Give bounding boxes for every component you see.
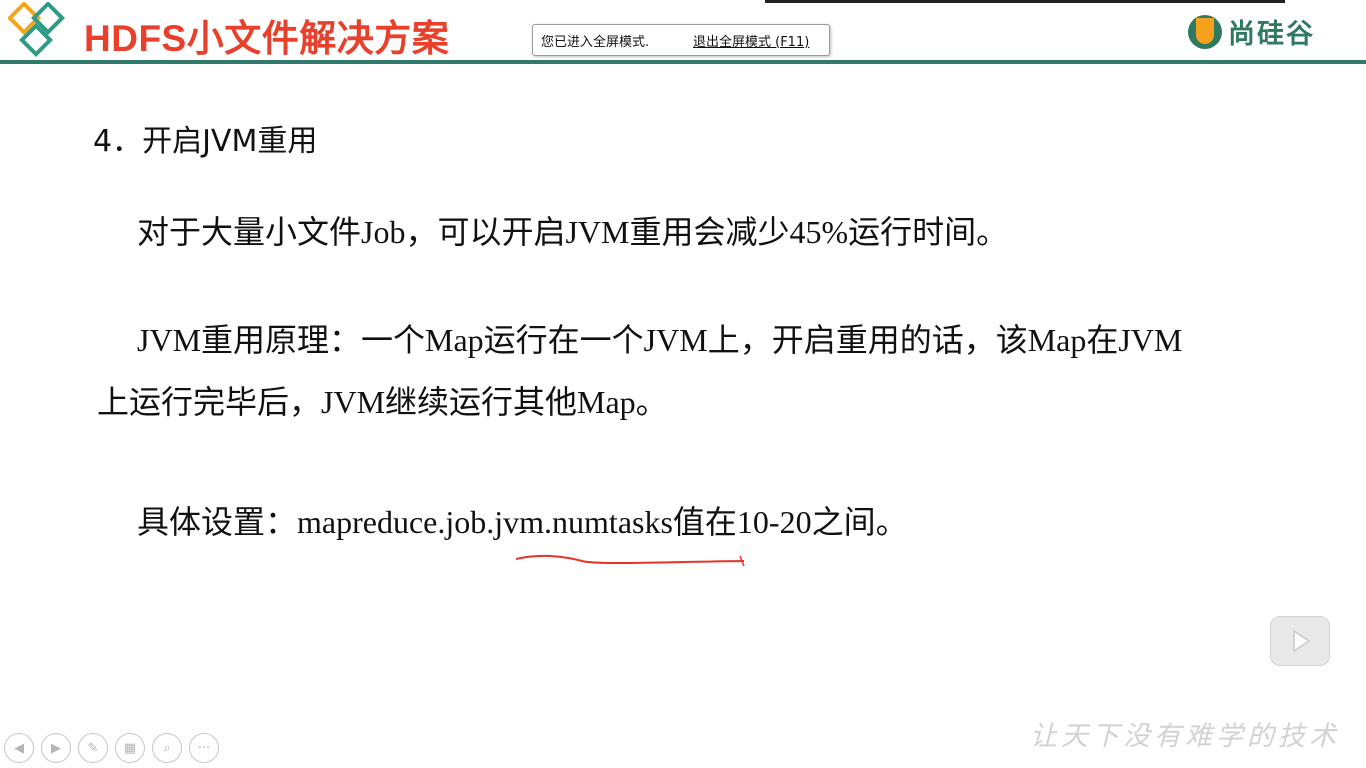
top-edge-line xyxy=(765,0,1285,3)
slides-icon[interactable]: ▦ xyxy=(115,733,145,763)
red-underline-annotation xyxy=(515,554,745,567)
section-heading: 4．开启JVM重用 xyxy=(93,124,318,159)
slide-title: HDFS小文件解决方案 xyxy=(84,18,450,59)
play-button[interactable] xyxy=(1270,616,1330,666)
slide-content: 4．开启JVM重用 对于大量小文件Job，可以开启JVM重用会减少45%运行时间… xyxy=(0,64,1366,768)
fullscreen-message: 您已进入全屏模式. xyxy=(541,34,650,50)
diamond-logo-icon xyxy=(8,2,65,57)
brand-logo: 尚硅谷 xyxy=(1188,12,1315,51)
pen-icon[interactable]: ✎ xyxy=(78,733,108,763)
next-icon[interactable]: ▶ xyxy=(41,733,71,763)
previous-icon[interactable]: ◀ xyxy=(4,733,34,763)
presentation-controls: ◀ ▶ ✎ ▦ ⌕ ··· xyxy=(4,733,219,763)
brand-name: 尚硅谷 xyxy=(1228,19,1315,50)
paragraph-jvm-principle-line1: JVM重用原理：一个Map运行在一个JVM上，开启重用的话，该Map在JVM xyxy=(137,322,1183,358)
brand-badge-icon xyxy=(1188,14,1222,49)
play-icon xyxy=(1293,629,1311,653)
more-icon[interactable]: ··· xyxy=(189,733,219,763)
footer-slogan: 让天下没有难学的技术 xyxy=(1030,721,1340,752)
zoom-icon[interactable]: ⌕ xyxy=(152,733,182,763)
exit-fullscreen-link[interactable]: 退出全屏模式 (F11) xyxy=(693,31,809,50)
paragraph-config-setting: 具体设置：mapreduce.job.jvm.numtasks值在10-20之间… xyxy=(137,504,908,540)
paragraph-jvm-reuse-benefit: 对于大量小文件Job，可以开启JVM重用会减少45%运行时间。 xyxy=(137,214,1009,250)
fullscreen-notification: 您已进入全屏模式. 退出全屏模式 (F11) xyxy=(532,24,830,56)
paragraph-jvm-principle-line2: 上运行完毕后，JVM继续运行其他Map。 xyxy=(97,384,668,420)
